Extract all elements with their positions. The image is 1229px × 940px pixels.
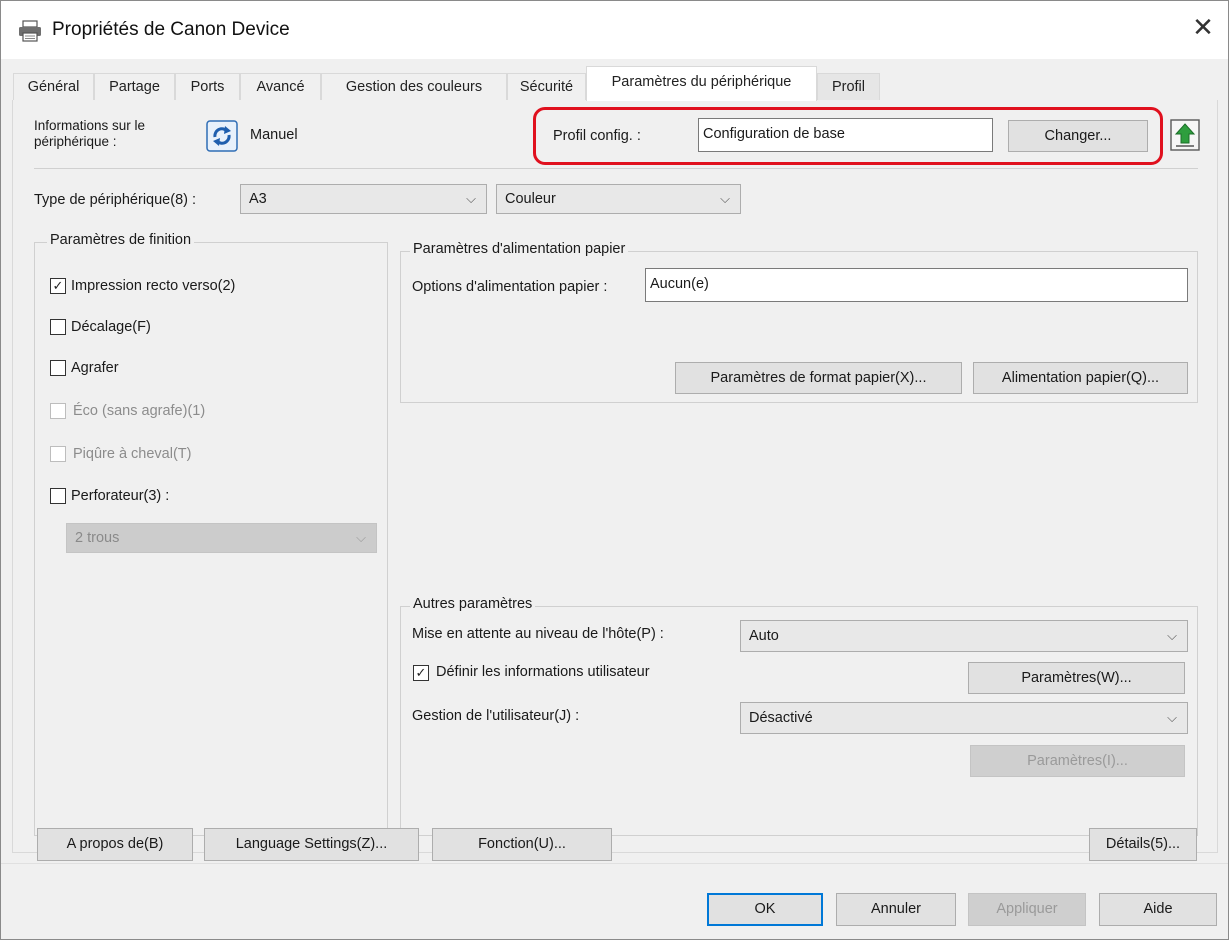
color-mode-value: Couleur <box>505 191 556 207</box>
tab-partage[interactable]: Partage <box>94 73 175 100</box>
device-type-value: A3 <box>249 191 267 207</box>
function-button[interactable]: Fonction(U)... <box>432 828 612 861</box>
tab-profil[interactable]: Profil <box>817 73 880 100</box>
device-info-separator <box>34 168 1198 169</box>
profile-config-field[interactable]: Configuration de base <box>698 118 993 152</box>
about-button[interactable]: A propos de(B) <box>37 828 193 861</box>
tab-ports[interactable]: Ports <box>175 73 240 100</box>
punch-holes-value: 2 trous <box>75 530 120 546</box>
ok-button[interactable]: OK <box>707 893 823 926</box>
host-spool-value: Auto <box>749 628 779 644</box>
printer-icon <box>17 20 43 42</box>
offset-checkbox[interactable] <box>50 319 66 335</box>
duplex-checkbox[interactable]: ✓ <box>50 278 66 294</box>
paper-feed-options-label: Options d'alimentation papier : <box>412 279 608 295</box>
tab-gestion-couleurs[interactable]: Gestion des couleurs <box>321 73 507 100</box>
punch-holes-select[interactable]: 2 trous ⌵ <box>66 523 377 553</box>
apply-button[interactable]: Appliquer <box>968 893 1086 926</box>
offset-label[interactable]: Décalage(F) <box>71 319 151 335</box>
tab-securite[interactable]: Sécurité <box>507 73 586 100</box>
host-spool-label: Mise en attente au niveau de l'hôte(P) : <box>412 626 664 642</box>
paper-feed-button[interactable]: Alimentation papier(Q)... <box>973 362 1188 394</box>
profile-config-label: Profil config. : <box>553 128 641 144</box>
eco-staple-label[interactable]: Éco (sans agrafe)(1) <box>73 403 205 419</box>
user-info-settings-button[interactable]: Paramètres(W)... <box>968 662 1185 694</box>
help-button[interactable]: Aide <box>1099 893 1217 926</box>
staple-checkbox[interactable] <box>50 360 66 376</box>
device-mode-text: Manuel <box>250 127 298 143</box>
duplex-label[interactable]: Impression recto verso(2) <box>71 278 235 294</box>
close-icon[interactable]: ✕ <box>1188 12 1218 42</box>
user-management-settings-button[interactable]: Paramètres(I)... <box>970 745 1185 777</box>
device-info-label: Informations sur le périphérique : <box>34 118 146 149</box>
check-icon: ✓ <box>52 278 64 293</box>
color-mode-select[interactable]: Couleur ⌵ <box>496 184 741 214</box>
details-button[interactable]: Détails(5)... <box>1089 828 1197 861</box>
other-settings-group-title: Autres paramètres <box>410 596 536 612</box>
change-profile-button[interactable]: Changer... <box>1008 120 1148 152</box>
user-management-select[interactable]: Désactivé ⌵ <box>740 702 1188 734</box>
host-spool-select[interactable]: Auto ⌵ <box>740 620 1188 652</box>
tab-parametres-peripherique[interactable]: Paramètres du périphérique <box>586 66 817 101</box>
user-info-checkbox[interactable]: ✓ <box>413 665 429 681</box>
user-info-label[interactable]: Définir les informations utilisateur <box>436 664 650 680</box>
eco-staple-checkbox[interactable] <box>50 403 66 419</box>
punch-label[interactable]: Perforateur(3) : <box>71 488 169 504</box>
staple-label[interactable]: Agrafer <box>71 360 119 376</box>
cancel-button[interactable]: Annuler <box>836 893 956 926</box>
user-management-label: Gestion de l'utilisateur(J) : <box>412 708 580 724</box>
saddle-stitch-checkbox[interactable] <box>50 446 66 462</box>
window-title: Propriétés de Canon Device <box>52 19 290 40</box>
language-settings-button[interactable]: Language Settings(Z)... <box>204 828 419 861</box>
tab-avance[interactable]: Avancé <box>240 73 321 100</box>
refresh-icon[interactable] <box>206 120 238 152</box>
paper-format-button[interactable]: Paramètres de format papier(X)... <box>675 362 962 394</box>
chevron-down-icon: ⌵ <box>356 530 366 545</box>
chevron-down-icon: ⌵ <box>1167 628 1177 643</box>
upload-icon[interactable] <box>1170 119 1200 151</box>
finishing-group-title: Paramètres de finition <box>47 232 195 248</box>
check-icon: ✓ <box>415 665 427 680</box>
footer-divider <box>1 863 1228 864</box>
punch-checkbox[interactable] <box>50 488 66 504</box>
device-type-label: Type de périphérique(8) : <box>34 192 197 208</box>
chevron-down-icon: ⌵ <box>466 191 476 206</box>
user-management-value: Désactivé <box>749 710 813 726</box>
saddle-stitch-label[interactable]: Piqûre à cheval(T) <box>73 446 191 462</box>
device-type-select[interactable]: A3 ⌵ <box>240 184 487 214</box>
tab-general[interactable]: Général <box>13 73 94 100</box>
chevron-down-icon: ⌵ <box>1167 710 1177 725</box>
paper-feed-group-title: Paramètres d'alimentation papier <box>410 241 629 257</box>
paper-feed-options-field[interactable]: Aucun(e) <box>645 268 1188 302</box>
chevron-down-icon: ⌵ <box>720 191 730 206</box>
